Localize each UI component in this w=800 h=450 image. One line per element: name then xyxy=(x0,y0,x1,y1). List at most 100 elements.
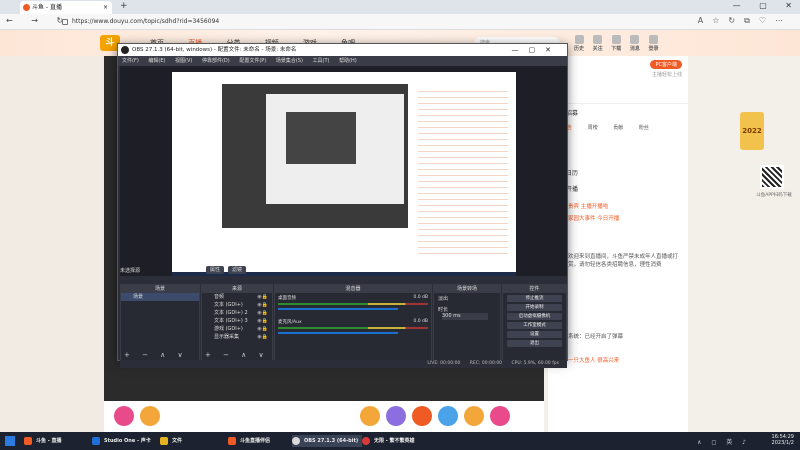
taskbar-item[interactable]: 斗鱼 - 直播 xyxy=(24,435,62,447)
address-bar-row: ← → ↻ https://www.douyu.com/topic/sdhd?r… xyxy=(0,14,800,30)
gift-icon[interactable] xyxy=(464,406,484,426)
minimize-button[interactable]: — xyxy=(733,1,741,10)
obs-window: OBS 27.1.3 (64-bit, windows) - 配置文件: 未命名… xyxy=(117,43,568,368)
scenes-dock-footer[interactable]: + − ∧ ∨ xyxy=(124,351,188,359)
maximize-button[interactable]: ▢ xyxy=(759,1,767,10)
menu-scene-collection[interactable]: 场景集合(S) xyxy=(276,58,303,64)
room-info-header: PC客户端 主播轻松上线 xyxy=(548,56,688,104)
source-item[interactable]: 音频 ◉🔒 xyxy=(202,293,272,301)
visibility-lock-icon[interactable]: ◉🔒 xyxy=(257,293,268,301)
login-button[interactable]: 登录 xyxy=(648,35,658,52)
menu-edit[interactable]: 编辑(E) xyxy=(148,58,165,64)
filters-button[interactable]: 滤镜 xyxy=(228,266,247,274)
close-button[interactable]: ✕ xyxy=(785,1,792,10)
browser-tab-title: 斗鱼 - 直播 xyxy=(32,4,62,11)
menu-help[interactable]: 帮助(H) xyxy=(339,58,357,64)
gift-icon[interactable] xyxy=(140,406,160,426)
url-field[interactable]: https://www.douyu.com/topic/sdhd?rid=345… xyxy=(62,16,702,28)
tab-contrib[interactable]: 贡献 xyxy=(613,125,623,131)
sources-dock: 来源 音频 ◉🔒 文本 (GDI+) ◉🔒 文本 (GDI+) 2 ◉🔒 文本 (GD… xyxy=(201,284,273,362)
message-button[interactable]: 消息 xyxy=(630,35,640,52)
history-button[interactable]: 历史 xyxy=(574,35,584,52)
system-tray-icons[interactable]: ∧ ◻ 英 ♪ xyxy=(697,437,750,446)
volume-slider[interactable] xyxy=(278,332,398,334)
douyu-app-icon xyxy=(228,437,236,445)
sources-dock-footer[interactable]: + − ∧ ∨ xyxy=(205,351,269,359)
menu-profile[interactable]: 配置文件(P) xyxy=(239,58,266,64)
virtual-camera-button[interactable]: 启动虚拟摄像机 xyxy=(507,313,562,320)
controls-dock: 控件 停止推流 开始录制 启动虚拟摄像机 工作室模式 设置 退出 xyxy=(502,284,567,362)
transition-duration-row: 时长300 ms xyxy=(434,304,500,322)
pc-client-badge[interactable]: PC客户端 xyxy=(650,60,682,69)
avatar-icon xyxy=(648,35,658,44)
taskbar-item[interactable]: 无限 - 繁不繁英雄 xyxy=(362,435,415,447)
tab-week[interactable]: 周榜 xyxy=(588,125,598,131)
start-button[interactable] xyxy=(5,436,15,446)
source-label: 音频 xyxy=(214,294,225,300)
gift-icon[interactable] xyxy=(412,406,432,426)
taskbar-item[interactable]: 斗鱼直播伴侣 xyxy=(228,435,270,447)
follow-button[interactable]: 关注 xyxy=(593,35,603,52)
source-item[interactable]: 文本 (GDI+) 2 ◉🔒 xyxy=(202,309,272,317)
source-item[interactable]: 游戏 (GDI+) ◉🔒 xyxy=(202,325,272,333)
obs-window-controls: —▢✕ xyxy=(512,44,562,56)
menu-tools[interactable]: 工具(T) xyxy=(313,58,330,64)
taskbar-item[interactable]: Studio One - 声卡 xyxy=(92,435,151,447)
source-item[interactable]: 文本 (GDI+) ◉🔒 xyxy=(202,301,272,309)
gift-icon[interactable] xyxy=(114,406,134,426)
taskbar-item[interactable]: 文件 xyxy=(160,435,182,447)
obs-minimize-button[interactable]: — xyxy=(512,46,529,54)
obs-maximize-button[interactable]: ▢ xyxy=(529,46,546,54)
studio-mode-button[interactable]: 工作室模式 xyxy=(507,322,562,329)
cpu-fps: CPU: 5.9%, 60.00 fps xyxy=(511,361,560,366)
new-tab-button[interactable]: + xyxy=(120,1,128,11)
taskbar-item-label: 斗鱼直播伴侣 xyxy=(240,438,271,444)
duration-input[interactable]: 300 ms xyxy=(442,313,488,320)
tab-fans[interactable]: 粉丝 xyxy=(639,125,649,131)
exit-button[interactable]: 退出 xyxy=(507,340,562,347)
gift-bar xyxy=(104,401,544,432)
visibility-lock-icon[interactable]: ◉🔒 xyxy=(257,333,268,341)
new-year-decoration: 2022 xyxy=(740,112,764,150)
obs-menubar: 文件(F) 编辑(E) 视图(V) 停靠部件(D) 配置文件(P) 场景集合(S… xyxy=(118,56,567,66)
visibility-lock-icon[interactable]: ◉🔒 xyxy=(257,325,268,333)
stop-streaming-button[interactable]: 停止推流 xyxy=(507,295,562,302)
visibility-lock-icon[interactable]: ◉🔒 xyxy=(257,309,268,317)
gift-icon[interactable] xyxy=(438,406,458,426)
visibility-lock-icon[interactable]: ◉🔒 xyxy=(257,317,268,325)
menu-docks[interactable]: 停靠部件(D) xyxy=(202,58,230,64)
taskbar-item-active[interactable]: OBS 27.1.3 (64-bit) xyxy=(292,435,363,447)
mixer-channel-name: 桌面音频 xyxy=(278,296,296,301)
obs-preview-canvas[interactable] xyxy=(120,66,567,306)
source-item[interactable]: 显示器采集 ◉🔒 xyxy=(202,333,272,341)
lock-icon xyxy=(62,18,68,25)
settings-button[interactable]: 设置 xyxy=(507,331,562,338)
tab-close-icon[interactable]: × xyxy=(103,1,108,14)
scene-item[interactable]: 场景 xyxy=(121,293,199,301)
browser-app-icon xyxy=(24,437,32,445)
volume-meter xyxy=(278,303,428,305)
windows-taskbar: 斗鱼 - 直播 Studio One - 声卡 文件 斗鱼直播伴侣 OBS 27… xyxy=(0,432,800,450)
download-button[interactable]: 下载 xyxy=(611,35,621,52)
clock[interactable]: 16:54:29 2023/1/2 xyxy=(772,434,794,446)
menu-view[interactable]: 视图(V) xyxy=(175,58,192,64)
source-label: 游戏 (GDI+) xyxy=(214,326,243,332)
start-recording-button[interactable]: 开始录制 xyxy=(507,304,562,311)
menu-file[interactable]: 文件(F) xyxy=(122,58,139,64)
transition-type-select[interactable]: 淡出 xyxy=(434,293,500,304)
source-label: 显示器采集 xyxy=(214,334,240,340)
visibility-lock-icon[interactable]: ◉🔒 xyxy=(257,301,268,309)
browser-tab[interactable]: 斗鱼 - 直播 × xyxy=(20,1,112,14)
volume-slider[interactable] xyxy=(278,308,398,310)
browser-window-controls: — ▢ ✕ xyxy=(717,1,792,10)
source-item[interactable]: 文本 (GDI+) 3 ◉🔒 xyxy=(202,317,272,325)
gift-icon[interactable] xyxy=(360,406,380,426)
gift-icon[interactable] xyxy=(490,406,510,426)
properties-button[interactable]: 属性 xyxy=(206,266,225,274)
studio-one-icon xyxy=(92,437,100,445)
browser-toolbar-icons[interactable]: A☆↻⧉♡⋯ xyxy=(698,16,792,26)
mixer-channel-db: 0.0 dB xyxy=(413,319,428,324)
gift-icon[interactable] xyxy=(386,406,406,426)
obs-close-button[interactable]: ✕ xyxy=(545,46,561,54)
transitions-dock-title: 场景转场 xyxy=(434,285,500,293)
